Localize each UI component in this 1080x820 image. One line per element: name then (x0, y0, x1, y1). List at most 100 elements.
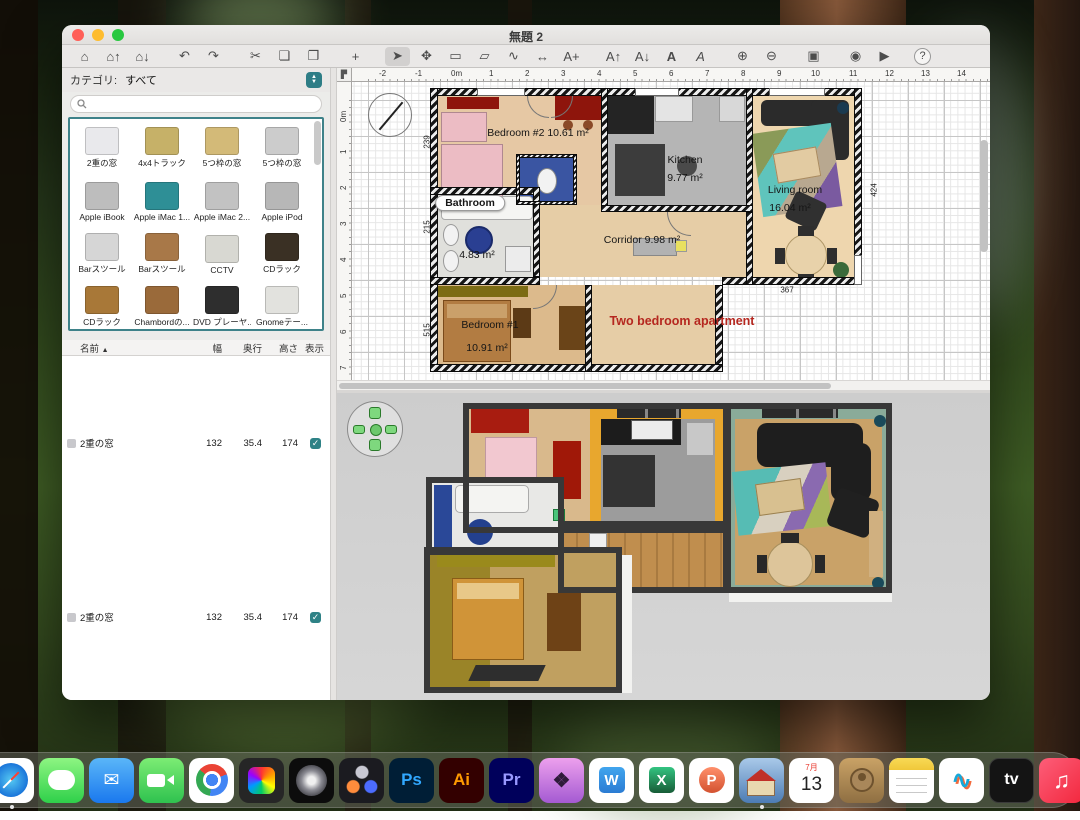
catalog-item[interactable]: CDラック (72, 282, 132, 328)
dock-sweet-home-3d[interactable] (739, 758, 784, 803)
toolbar-italic-button[interactable]: A (688, 47, 713, 66)
plan-label[interactable]: 4.83 m² (459, 249, 495, 261)
catalog-item[interactable]: Barスツール (132, 229, 192, 275)
catalog-item[interactable]: 5つ枠の窓 (192, 123, 252, 169)
name-column-header[interactable]: 名前 ▲ (80, 341, 192, 355)
plan-label[interactable]: Two bedroom apartment (610, 314, 755, 328)
dock-final-cut-pro[interactable] (239, 758, 284, 803)
catalog-item[interactable]: DVD プレーヤ... (192, 282, 252, 328)
dock-freeform[interactable]: ∿ (939, 758, 984, 803)
dimension-label[interactable]: 367 (780, 286, 793, 295)
dock-davinci-resolve[interactable] (339, 758, 384, 803)
dock-mail[interactable]: ✉ (89, 758, 134, 803)
catalog-item[interactable]: Apple iBook (72, 176, 132, 222)
visible-column-header[interactable]: 表示 (302, 341, 330, 355)
toolbar-virtual-visit-button[interactable]: ▣ (801, 47, 826, 66)
view-3d[interactable] (337, 393, 990, 700)
search-input[interactable] (91, 99, 321, 110)
panel-splitter[interactable] (330, 68, 337, 700)
nav-right-arrow[interactable] (385, 425, 397, 434)
toolbar-create-rooms-button[interactable]: ▱ (472, 47, 497, 66)
category-stepper[interactable]: ▲▼ (306, 72, 322, 88)
toolbar-copy-button[interactable]: ❏ (272, 47, 297, 66)
floor-plan-view[interactable]: Bedroom #2 10.61 m² Kitchen 9.77 m² Living … (337, 68, 990, 390)
plan-horizontal-scrollbar[interactable] (337, 380, 990, 390)
nav-left-arrow[interactable] (353, 425, 365, 434)
dock-messages[interactable] (39, 758, 84, 803)
dock-word[interactable]: W (589, 758, 634, 803)
visible-checkbox[interactable]: ✓ (310, 438, 321, 449)
toolbar-save-button[interactable]: ⌂↓ (130, 47, 155, 66)
nav-center[interactable] (370, 424, 382, 436)
toolbar-zoom-in-button[interactable]: ⊕ (730, 47, 755, 66)
plan-label[interactable]: Living room (768, 184, 822, 196)
plan-label[interactable]: 10.91 m² (466, 342, 507, 354)
category-select[interactable]: すべて (125, 72, 298, 88)
title-bar[interactable]: 無題 2 (62, 25, 990, 45)
visible-checkbox[interactable]: ✓ (310, 612, 321, 623)
table-row[interactable]: 2重の窓 132 35.4 174 ✓ (62, 356, 194, 530)
dock-apple-tv[interactable]: tv (989, 758, 1034, 803)
plan-label[interactable]: Bedroom #2 10.61 m² (487, 127, 589, 139)
catalog-scrollbar[interactable] (314, 121, 321, 165)
toolbar-increase-text-size-button[interactable]: A↑ (601, 47, 626, 66)
plan-label[interactable]: Bathroom (435, 195, 505, 211)
plan-label[interactable]: Kitchen (667, 154, 702, 166)
toolbar-bold-button[interactable]: A (659, 47, 684, 66)
plan-label[interactable]: 16.04 m² (769, 202, 810, 214)
plan-vertical-scrollbar[interactable] (980, 140, 988, 330)
catalog-item[interactable]: 4x4トラック (132, 123, 192, 169)
toolbar-decrease-text-size-button[interactable]: A↓ (630, 47, 655, 66)
dimension-label[interactable]: 215 (423, 220, 432, 233)
catalog-item[interactable]: Barスツール (72, 229, 132, 275)
dock-photoshop[interactable]: Ps (389, 758, 434, 803)
dimension-label[interactable]: 239 (423, 135, 432, 148)
dock-affinity-photo[interactable]: ❖ (539, 758, 584, 803)
scrollbar-thumb[interactable] (339, 383, 831, 389)
dock-illustrator[interactable]: Ai (439, 758, 484, 803)
toolbar-redo-button[interactable]: ↷ (201, 47, 226, 66)
catalog-item[interactable]: 5つ枠の窓 (252, 123, 312, 169)
toolbar-undo-button[interactable]: ↶ (172, 47, 197, 66)
scrollbar-thumb[interactable] (980, 140, 988, 252)
toolbar-new-home-button[interactable]: ⌂ (72, 47, 97, 66)
catalog-item[interactable]: Apple iMac 2... (192, 176, 252, 222)
catalog-item[interactable]: Apple iMac 1... (132, 176, 192, 222)
dock-chrome[interactable] (189, 758, 234, 803)
toolbar-create-dimensions-button[interactable]: ↔ (530, 47, 555, 66)
table-row[interactable]: 2重の窓 132 35.4 174 ✓ (62, 530, 194, 700)
toolbar-add-texts-button[interactable]: A+ (559, 47, 584, 66)
plan-label[interactable]: Bedroom #1 (461, 319, 518, 331)
plan-label[interactable]: 9.77 m² (667, 172, 703, 184)
catalog-item[interactable]: CDラック (252, 229, 312, 275)
catalog-item[interactable]: 2重の窓 (72, 123, 132, 169)
catalog-item[interactable]: CCTV (192, 229, 252, 275)
dock-contacts[interactable] (839, 758, 884, 803)
depth-column-header[interactable]: 奥行 (226, 341, 266, 355)
dock-facetime[interactable] (139, 758, 184, 803)
toolbar-create-video-button[interactable]: ▶ (872, 47, 897, 66)
width-column-header[interactable]: 幅 (192, 341, 226, 355)
nav-up-arrow[interactable] (369, 407, 381, 419)
catalog-item[interactable]: Gnomeテー... (252, 282, 312, 328)
dock-music[interactable]: ♫ (1039, 758, 1080, 803)
toolbar-create-polylines-button[interactable]: ∿ (501, 47, 526, 66)
toolbar-pan-button[interactable]: ✥ (414, 47, 439, 66)
dock-safari[interactable] (0, 758, 34, 803)
dock-powerpoint[interactable]: P (689, 758, 734, 803)
toolbar-add-furniture-button[interactable]: + (343, 47, 368, 66)
dock-premiere-pro[interactable]: Pr (489, 758, 534, 803)
search-field[interactable] (70, 95, 322, 113)
plan-label[interactable]: Corridor 9.98 m² (604, 234, 680, 246)
toolbar-paste-button[interactable]: ❐ (301, 47, 326, 66)
nav-down-arrow[interactable] (369, 439, 381, 451)
toolbar-open-button[interactable]: ⌂↑ (101, 47, 126, 66)
toolbar-zoom-out-button[interactable]: ⊖ (759, 47, 784, 66)
3d-navigation-control[interactable] (347, 401, 403, 457)
dock-notes[interactable] (889, 758, 934, 803)
toolbar-create-photo-button[interactable]: ◉ (843, 47, 868, 66)
catalog-item[interactable]: Chambordの... (132, 282, 192, 328)
toolbar-help-button[interactable]: ? (914, 48, 931, 65)
toolbar-select-button[interactable]: ➤ (385, 47, 410, 66)
height-column-header[interactable]: 高さ (266, 341, 302, 355)
